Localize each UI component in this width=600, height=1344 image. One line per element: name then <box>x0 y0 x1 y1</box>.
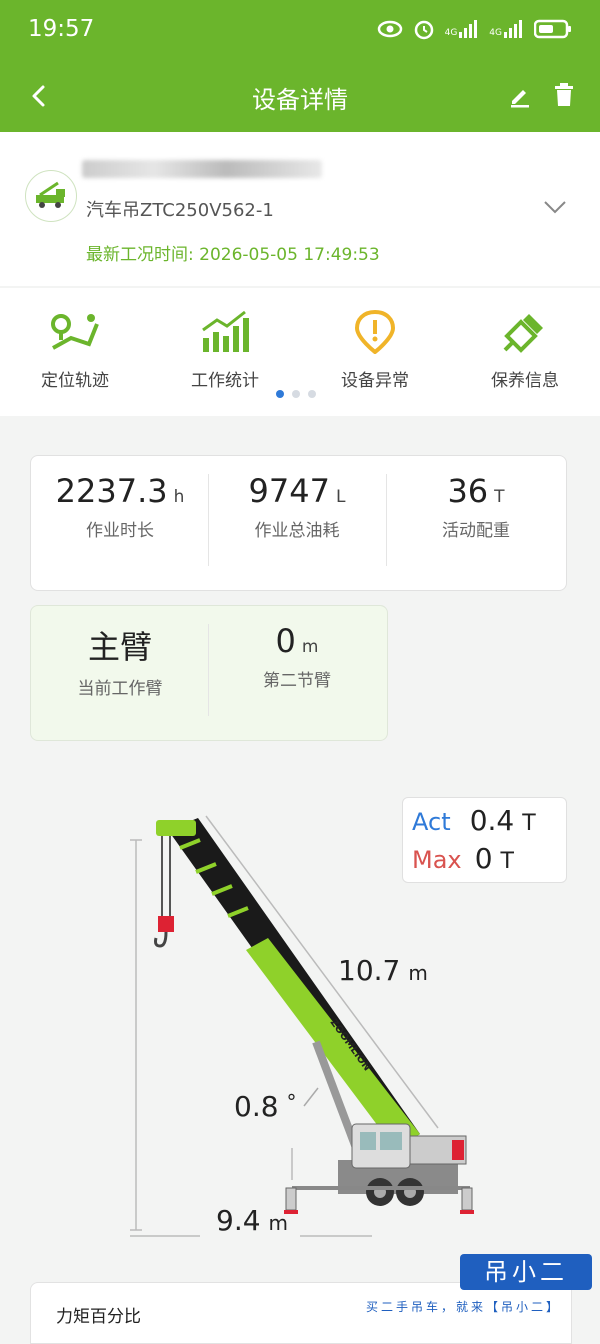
status-icons: 4G 4G <box>377 18 572 40</box>
watermark-slogan: 买二手吊车，就来【吊小二】 <box>366 1300 562 1314</box>
latest-update-time: 最新工况时间: 2026-05-05 17:49:53 <box>86 245 380 265</box>
watermark-logo: 吊小二 <box>460 1254 592 1290</box>
stat-counterweight: 36 T 活动配重 <box>442 472 510 541</box>
working-radius-label: 9.4 m <box>216 1204 289 1237</box>
page-dot <box>308 390 316 398</box>
edit-icon[interactable] <box>508 84 532 108</box>
hook-icon <box>154 931 168 948</box>
max-load-row: Max 0T <box>412 842 514 875</box>
status-time: 19:57 <box>28 16 95 42</box>
max-value: 0 <box>474 842 493 875</box>
feature-maintenance[interactable]: 保养信息 <box>450 310 600 391</box>
feature-work-stats[interactable]: 工作统计 <box>150 310 300 391</box>
stat-second-section: 0m 第二节臂 <box>263 622 331 691</box>
act-label: Act <box>412 808 451 836</box>
delete-icon[interactable] <box>552 82 576 108</box>
work-stats-icon <box>202 310 249 352</box>
device-alert-icon <box>354 309 396 355</box>
location-track-icon <box>51 314 99 350</box>
page-indicator <box>276 390 316 398</box>
status-bar: 19:57 4G 4G <box>0 0 600 62</box>
feature-device-alert[interactable]: 设备异常 <box>300 309 450 391</box>
truck-crane-icon <box>29 174 73 218</box>
max-label: Max <box>412 846 462 874</box>
stat-work-hours: 2237.3 h 作业时长 <box>55 472 185 541</box>
act-load-row: Act 0.4 T <box>412 804 536 837</box>
outrigger-right <box>461 1187 473 1211</box>
boom-angle-label: 0.8 ° <box>234 1090 297 1123</box>
feature-location-track[interactable]: 定位轨迹 <box>0 310 150 391</box>
alarm-icon <box>414 20 433 40</box>
chevron-down-icon[interactable] <box>542 198 568 216</box>
battery-icon <box>534 19 571 39</box>
boom-head <box>156 820 196 836</box>
torque-title: 力矩百分比 <box>56 1307 141 1327</box>
divider <box>386 474 387 566</box>
device-name-redacted <box>82 160 322 178</box>
signal-4g-icon: 4G <box>489 20 524 38</box>
stat-fuel: 9747 L 作业总油耗 <box>248 472 346 541</box>
act-value: 0.4 <box>469 804 515 837</box>
eye-icon <box>377 20 402 38</box>
page-dot-active <box>276 390 284 398</box>
maintenance-icon <box>503 314 543 353</box>
device-avatar <box>25 170 77 222</box>
signal-4g-icon: 4G <box>445 20 480 38</box>
hook-block <box>158 916 174 932</box>
boom-length-label: 10.7 m <box>338 954 428 987</box>
device-model: 汽车吊ZTC250V562-1 <box>86 200 274 221</box>
page-dot <box>292 390 300 398</box>
stat-current-boom: 主臂 当前工作臂 <box>77 628 163 699</box>
